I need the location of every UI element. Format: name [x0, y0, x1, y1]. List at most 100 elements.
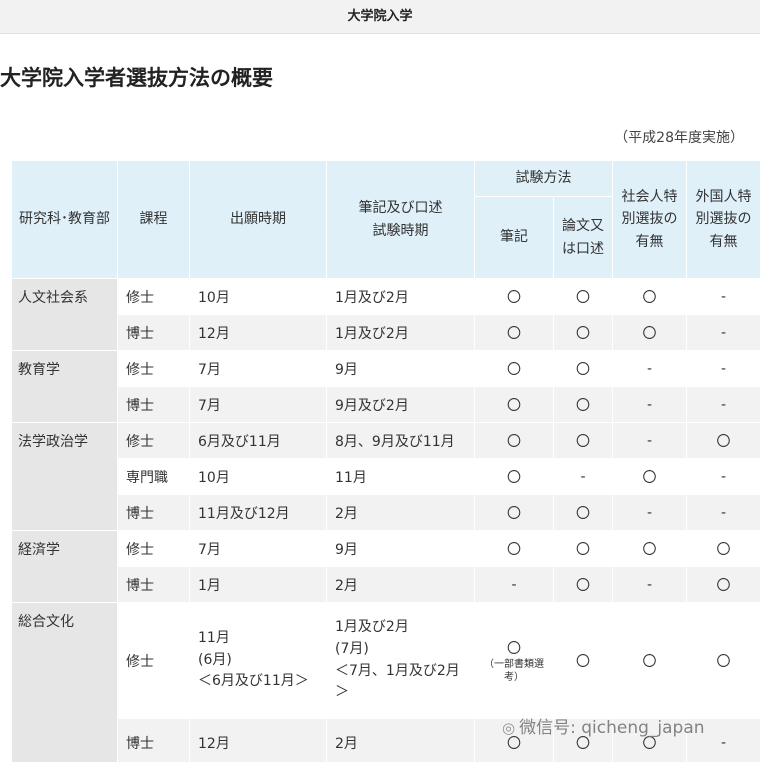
course-cell: 修士 — [117, 278, 190, 315]
application-cell: 7月 — [189, 350, 327, 387]
application-cell: 7月 — [189, 386, 327, 423]
working-adult-cell: 〇 — [612, 602, 687, 719]
course-cell: 修士 — [117, 350, 190, 387]
exam-cell: 9月 — [326, 350, 475, 387]
working-adult-cell: - — [612, 494, 687, 531]
course-cell: 博士 — [117, 566, 190, 603]
foreign-student-cell: - — [686, 278, 760, 315]
table-row: 法学政治学 修士 6月及び11月 8月、9月及び11月 〇 〇 - 〇 — [11, 422, 760, 531]
foreign-student-cell: 〇 — [686, 602, 760, 719]
application-cell: 10月 — [189, 458, 327, 495]
written-cell: 〇 — [474, 458, 554, 495]
thesis-cell: 〇 — [553, 314, 613, 351]
header-thesis-oral: 論文又は口述 — [553, 196, 613, 279]
thesis-cell: 〇 — [553, 566, 613, 603]
header-working-adult: 社会人特別選抜の有無 — [612, 160, 687, 279]
working-adult-cell: 〇 — [612, 530, 687, 567]
written-cell: 〇 — [474, 350, 554, 387]
application-cell: 10月 — [189, 278, 327, 315]
foreign-student-cell: 〇 — [686, 422, 760, 459]
course-cell: 博士 — [117, 718, 190, 762]
working-adult-cell: - — [612, 350, 687, 387]
written-cell: 〇 — [474, 386, 554, 423]
working-adult-cell: 〇 — [612, 314, 687, 351]
table-row: 専門職 10月 11月 〇 - 〇 - — [12, 458, 760, 495]
exam-cell: 11月 — [326, 458, 475, 495]
department-cell: 経済学 — [11, 530, 118, 603]
foreign-student-cell: - — [686, 314, 760, 351]
wechat-watermark: ◎ 微信号: qicheng_japan — [502, 713, 705, 738]
exam-cell: 1月及び2月 (7月) ＜7月、1月及び2月 ＞ — [326, 602, 475, 719]
exam-cell: 2月 — [326, 494, 475, 531]
header-application: 出願時期 — [189, 160, 327, 279]
application-cell: 12月 — [189, 314, 327, 351]
application-line: (6月) — [198, 651, 232, 668]
header-course: 課程 — [117, 160, 190, 279]
exam-line: (7月) — [335, 640, 369, 657]
thesis-cell: 〇 — [553, 422, 613, 459]
department-cell: 教育学 — [11, 350, 118, 423]
application-line: 11月 — [198, 629, 230, 646]
application-cell: 6月及び11月 — [189, 422, 327, 459]
written-cell: 〇 — [474, 422, 554, 459]
department-cell: 人文社会系 — [11, 278, 118, 351]
table-row: 博士 12月 1月及び2月 〇 〇 〇 - — [12, 314, 760, 351]
header-department: 研究科･教育部 — [11, 160, 118, 279]
written-note: （一部書類選考） — [484, 658, 544, 683]
working-adult-cell: 〇 — [612, 458, 687, 495]
working-adult-cell: - — [612, 422, 687, 459]
written-cell: 〇 — [474, 494, 554, 531]
application-line: ＜6月及び11月＞ — [198, 673, 309, 690]
thesis-cell: - — [553, 458, 613, 495]
page-title: 大学院入学者選抜方法の概要 — [0, 66, 273, 90]
foreign-student-cell: - — [686, 386, 760, 423]
foreign-student-cell: - — [686, 350, 760, 387]
written-cell: 〇 （一部書類選考） — [474, 602, 554, 719]
application-cell: 11月及び12月 — [189, 494, 327, 531]
table-row: 経済学 修士 7月 9月 〇 〇 〇 〇 — [11, 530, 760, 603]
course-cell: 修士 — [117, 422, 190, 459]
application-cell: 1月 — [189, 566, 327, 603]
header-foreign-student: 外国人特別選抜の有無 — [686, 160, 760, 279]
exam-line: 1月及び2月 — [335, 619, 409, 636]
thesis-cell: 〇 — [553, 494, 613, 531]
exam-cell: 2月 — [326, 718, 475, 762]
course-cell: 博士 — [117, 386, 190, 423]
course-cell: 修士 — [117, 602, 190, 719]
thesis-cell: 〇 — [553, 530, 613, 567]
exam-line: ＜7月、1月及び2月 — [335, 662, 460, 679]
foreign-student-cell: - — [686, 458, 760, 495]
wechat-icon: ◎ — [502, 719, 516, 737]
foreign-student-cell: 〇 — [686, 566, 760, 603]
exam-cell: 9月 — [326, 530, 475, 567]
course-cell: 博士 — [117, 494, 190, 531]
table-row: 博士 11月及び12月 2月 〇 〇 - - — [12, 494, 760, 531]
course-cell: 博士 — [117, 314, 190, 351]
table-row: 教育学 修士 7月 9月 〇 〇 - - — [11, 350, 760, 423]
foreign-student-cell: 〇 — [686, 530, 760, 567]
thesis-cell: 〇 — [553, 350, 613, 387]
exam-cell: 2月 — [326, 566, 475, 603]
header-exam-method: 試験方法 — [474, 160, 613, 197]
application-cell: 7月 — [189, 530, 327, 567]
thesis-cell: 〇 — [553, 386, 613, 423]
written-cell: 〇 — [474, 278, 554, 315]
table-row: 博士 7月 9月及び2月 〇 〇 - - — [12, 386, 760, 423]
top-bar: 大学院入学 — [0, 0, 760, 34]
thesis-cell: 〇 — [553, 278, 613, 315]
written-cell: - — [474, 566, 554, 603]
course-cell: 専門職 — [117, 458, 190, 495]
header-exam-period: 筆記及び口述試験時期 — [326, 160, 475, 279]
course-cell: 修士 — [117, 530, 190, 567]
table-row: 総合文化 修士 11月 (6月) ＜6月及び11月＞ 1月及び2月 (7月) ＜… — [11, 602, 760, 762]
watermark-text: 微信号: qicheng_japan — [519, 718, 705, 738]
application-cell: 12月 — [189, 718, 327, 762]
thesis-cell: 〇 — [553, 602, 613, 719]
exam-cell: 1月及び2月 — [326, 278, 475, 315]
header-written: 筆記 — [474, 196, 554, 279]
written-cell: 〇 — [474, 314, 554, 351]
top-bar-title: 大学院入学 — [347, 9, 413, 24]
working-adult-cell: 〇 — [612, 278, 687, 315]
department-cell: 総合文化 — [11, 602, 118, 762]
exam-line: ＞ — [335, 684, 349, 701]
